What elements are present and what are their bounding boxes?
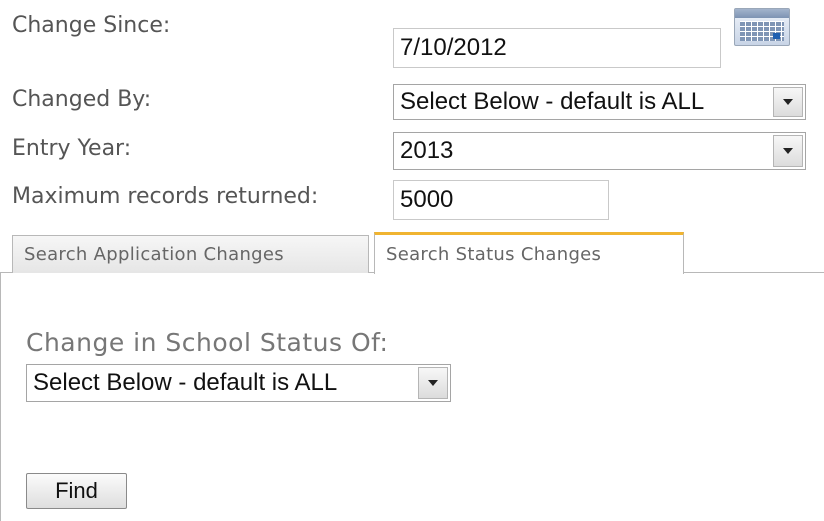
school-status-value: Select Below - default is ALL (33, 369, 338, 396)
calendar-icon[interactable] (734, 8, 790, 46)
changed-by-label: Changed By: (12, 87, 152, 112)
chevron-down-icon[interactable] (773, 87, 803, 117)
max-records-label: Maximum records returned: (12, 184, 319, 209)
change-since-input[interactable]: 7/10/2012 (393, 28, 721, 68)
school-status-select[interactable]: Select Below - default is ALL (26, 364, 451, 402)
tab-search-application-changes[interactable]: Search Application Changes (12, 235, 369, 273)
change-since-label: Change Since: (12, 13, 171, 38)
chevron-down-icon[interactable] (773, 135, 803, 167)
find-button[interactable]: Find (26, 473, 127, 509)
changed-by-select[interactable]: Select Below - default is ALL (393, 84, 806, 120)
tab-panel-border (0, 272, 1, 521)
status-change-label: Change in School Status Of: (26, 328, 389, 357)
changed-by-value: Select Below - default is ALL (400, 88, 705, 115)
chevron-down-icon[interactable] (418, 367, 448, 399)
tab-search-status-changes[interactable]: Search Status Changes (374, 232, 684, 274)
entry-year-value: 2013 (400, 137, 454, 164)
entry-year-label: Entry Year: (12, 136, 132, 161)
entry-year-select[interactable]: 2013 (393, 132, 806, 170)
max-records-input[interactable]: 5000 (393, 180, 609, 220)
